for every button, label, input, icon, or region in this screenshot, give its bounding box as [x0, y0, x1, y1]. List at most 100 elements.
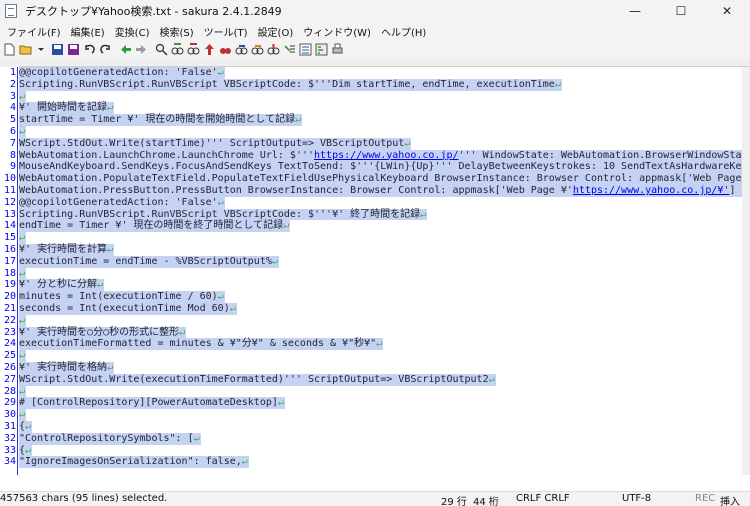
editor-line[interactable]: 16 ¥' 実行時間を計算↵: [0, 243, 742, 256]
editor-line[interactable]: 26 ¥' 実行時間を格納↵: [0, 361, 742, 374]
eol-mark-icon: ↵: [179, 326, 186, 338]
editor-line[interactable]: 5 startTime = Timer ¥' 現在の時間を開始時間として記録↵: [0, 114, 742, 126]
horizontal-scroll-area[interactable]: [0, 475, 750, 491]
status-encoding[interactable]: UTF-8: [622, 493, 651, 504]
line-content: "ControlRepositorySymbols": [: [19, 432, 194, 444]
line-text: seconds = Int(executionTime Mod 60)↵: [19, 302, 237, 315]
editor-line[interactable]: 30 ↵: [0, 409, 742, 421]
status-eol[interactable]: CRLF CRLF: [516, 493, 570, 504]
close-button[interactable]: ✕: [704, 0, 750, 22]
status-selection: 457563 chars (95 lines) selected.: [0, 493, 168, 504]
search-icon[interactable]: [154, 43, 168, 57]
editor-line[interactable]: 10 WebAutomation.PopulateTextField.Popula…: [0, 173, 742, 185]
editor-line[interactable]: 20 minutes = Int(executionTime / 60)↵: [0, 291, 742, 303]
save-as-icon[interactable]: [66, 43, 80, 57]
compare-icon[interactable]: [282, 43, 296, 57]
open-folder-icon[interactable]: [18, 43, 32, 57]
find-down-icon[interactable]: [218, 43, 232, 57]
editor-line[interactable]: 19 ¥' 分と秒に分解↵: [0, 279, 742, 292]
line-content-tail: ]: [729, 184, 736, 196]
new-file-icon[interactable]: [2, 43, 16, 57]
eol-mark-icon: ↵: [277, 397, 284, 409]
menu-search[interactable]: 検索(S): [154, 24, 198, 39]
outline-icon[interactable]: [298, 43, 312, 57]
minimize-button[interactable]: —: [612, 0, 658, 22]
settings-icon[interactable]: [314, 43, 328, 57]
line-content: ¥' 実行時間を○分○秒の形式に整形: [19, 326, 180, 338]
editor-line[interactable]: 13 Scripting.RunVBScript.RunVBScript VBSc…: [0, 208, 742, 221]
editor-line[interactable]: 34 "IgnoreImagesOnSerialization": false,…: [0, 456, 742, 469]
line-number: 8: [9, 149, 16, 161]
editor-line[interactable]: 17 executionTime = endTime - %VBScriptOut…: [0, 255, 742, 268]
jump-forward-icon[interactable]: [134, 43, 148, 57]
line-text: {↵: [19, 444, 33, 457]
line-content: WebAutomation.PressButton.PressButton Br…: [19, 184, 573, 196]
editor-line[interactable]: 2 Scripting.RunVBScript.RunVBScript VBScr…: [0, 78, 742, 91]
editor-line[interactable]: 1 @@copilotGeneratedAction: 'False'↵: [0, 67, 742, 79]
bookmark-icon[interactable]: [250, 43, 264, 57]
chevron-down-icon[interactable]: [34, 43, 48, 57]
line-text: ↵: [19, 232, 27, 244]
editor-line[interactable]: 33 {↵: [0, 444, 742, 457]
editor-line[interactable]: 7 WScript.StdOut.Write(startTime)''' Scri…: [0, 137, 742, 150]
hyperlink[interactable]: https://www.yahoo.co.jp/: [314, 150, 459, 161]
status-insert-mode[interactable]: 挿入: [720, 493, 740, 506]
replace-icon[interactable]: [234, 43, 248, 57]
editor-line[interactable]: 27 WScript.StdOut.Write(executionTimeForm…: [0, 373, 742, 386]
line-text: WebAutomation.PressButton.PressButton Br…: [19, 184, 742, 197]
editor-line[interactable]: 22 ↵: [0, 314, 742, 327]
line-text: executionTime = endTime - %VBScriptOutpu…: [19, 255, 279, 268]
editor-line[interactable]: 25 ↵: [0, 350, 742, 362]
editor-line[interactable]: 18 ↵: [0, 267, 742, 280]
find-up-icon[interactable]: [202, 43, 216, 57]
eol-mark-icon: ↵: [217, 67, 224, 78]
editor-line[interactable]: 21 seconds = Int(executionTime Mod 60)↵: [0, 302, 742, 315]
editor-line[interactable]: 3 ↵: [0, 90, 742, 103]
editor-line[interactable]: 4 ¥' 開始時間を記録↵: [0, 102, 742, 115]
editor-line[interactable]: 24 executionTimeFormatted = minutes & ¥"分…: [0, 338, 742, 351]
vertical-scrollbar[interactable]: [742, 67, 750, 475]
search-prev-icon[interactable]: [170, 43, 184, 57]
editor-line[interactable]: 31 {↵: [0, 420, 742, 433]
editor-line[interactable]: 29 # [ControlRepository][PowerAutomateDes…: [0, 397, 742, 410]
line-text: ↵: [19, 350, 27, 362]
editor-line[interactable]: 8 WebAutomation.LaunchChrome.LaunchChrome…: [0, 149, 742, 162]
menu-file[interactable]: ファイル(F): [2, 24, 66, 39]
eol-mark-icon: ↵: [97, 279, 104, 291]
undo-icon[interactable]: [82, 43, 96, 57]
menu-tools[interactable]: ツール(T): [199, 24, 253, 39]
editor-line[interactable]: 11 WebAutomation.PressButton.PressButton …: [0, 184, 742, 197]
maximize-button[interactable]: ☐: [658, 0, 704, 22]
line-content: minutes = Int(executionTime / 60): [19, 291, 218, 303]
hyperlink[interactable]: https://www.yahoo.co.jp/¥': [573, 185, 730, 196]
save-icon[interactable]: [50, 43, 64, 57]
menu-settings[interactable]: 設定(O): [253, 24, 299, 39]
line-text: ¥' 実行時間を○分○秒の形式に整形↵: [19, 326, 187, 339]
line-number: 28: [3, 385, 16, 397]
line-content-tail: ''' WindowState: WebAutomation.BrowserWi…: [458, 149, 742, 161]
line-number: 5: [9, 114, 16, 126]
eol-mark-icon: ↵: [19, 385, 26, 397]
editor-line[interactable]: 23 ¥' 実行時間を○分○秒の形式に整形↵: [0, 326, 742, 339]
editor-line[interactable]: 12 @@copilotGeneratedAction: 'False'↵: [0, 196, 742, 209]
menu-convert[interactable]: 変換(C): [110, 24, 155, 39]
editor-line[interactable]: 14 endTime = Timer ¥' 現在の時間を終了時間として記録↵: [0, 220, 742, 233]
menu-edit[interactable]: 編集(E): [66, 24, 110, 39]
menu-help[interactable]: ヘルプ(H): [376, 24, 431, 39]
line-text: @@copilotGeneratedAction: 'False'↵: [19, 196, 225, 209]
line-content: WScript.StdOut.Write(startTime)''' Scrip…: [19, 137, 405, 149]
editor-line[interactable]: 28 ↵: [0, 385, 742, 398]
jump-back-icon[interactable]: [118, 43, 132, 57]
line-number: 10: [3, 173, 16, 185]
search-next-icon[interactable]: [186, 43, 200, 57]
editor-line[interactable]: 9 MouseAndKeyboard.SendKeys.FocusAndSendK…: [0, 161, 742, 174]
editor-line[interactable]: 6 ↵: [0, 125, 742, 138]
editor-line[interactable]: 15 ↵: [0, 232, 742, 244]
print-icon[interactable]: [330, 43, 344, 57]
line-text: ↵: [19, 385, 27, 398]
menu-window[interactable]: ウィンドウ(W): [298, 24, 376, 39]
redo-icon[interactable]: [98, 43, 112, 57]
editor-line[interactable]: 32 "ControlRepositorySymbols": [↵: [0, 432, 742, 445]
grep-icon[interactable]: [266, 43, 280, 57]
text-editor[interactable]: 1 @@copilotGeneratedAction: 'False'↵ 2 Scri…: [0, 67, 750, 475]
